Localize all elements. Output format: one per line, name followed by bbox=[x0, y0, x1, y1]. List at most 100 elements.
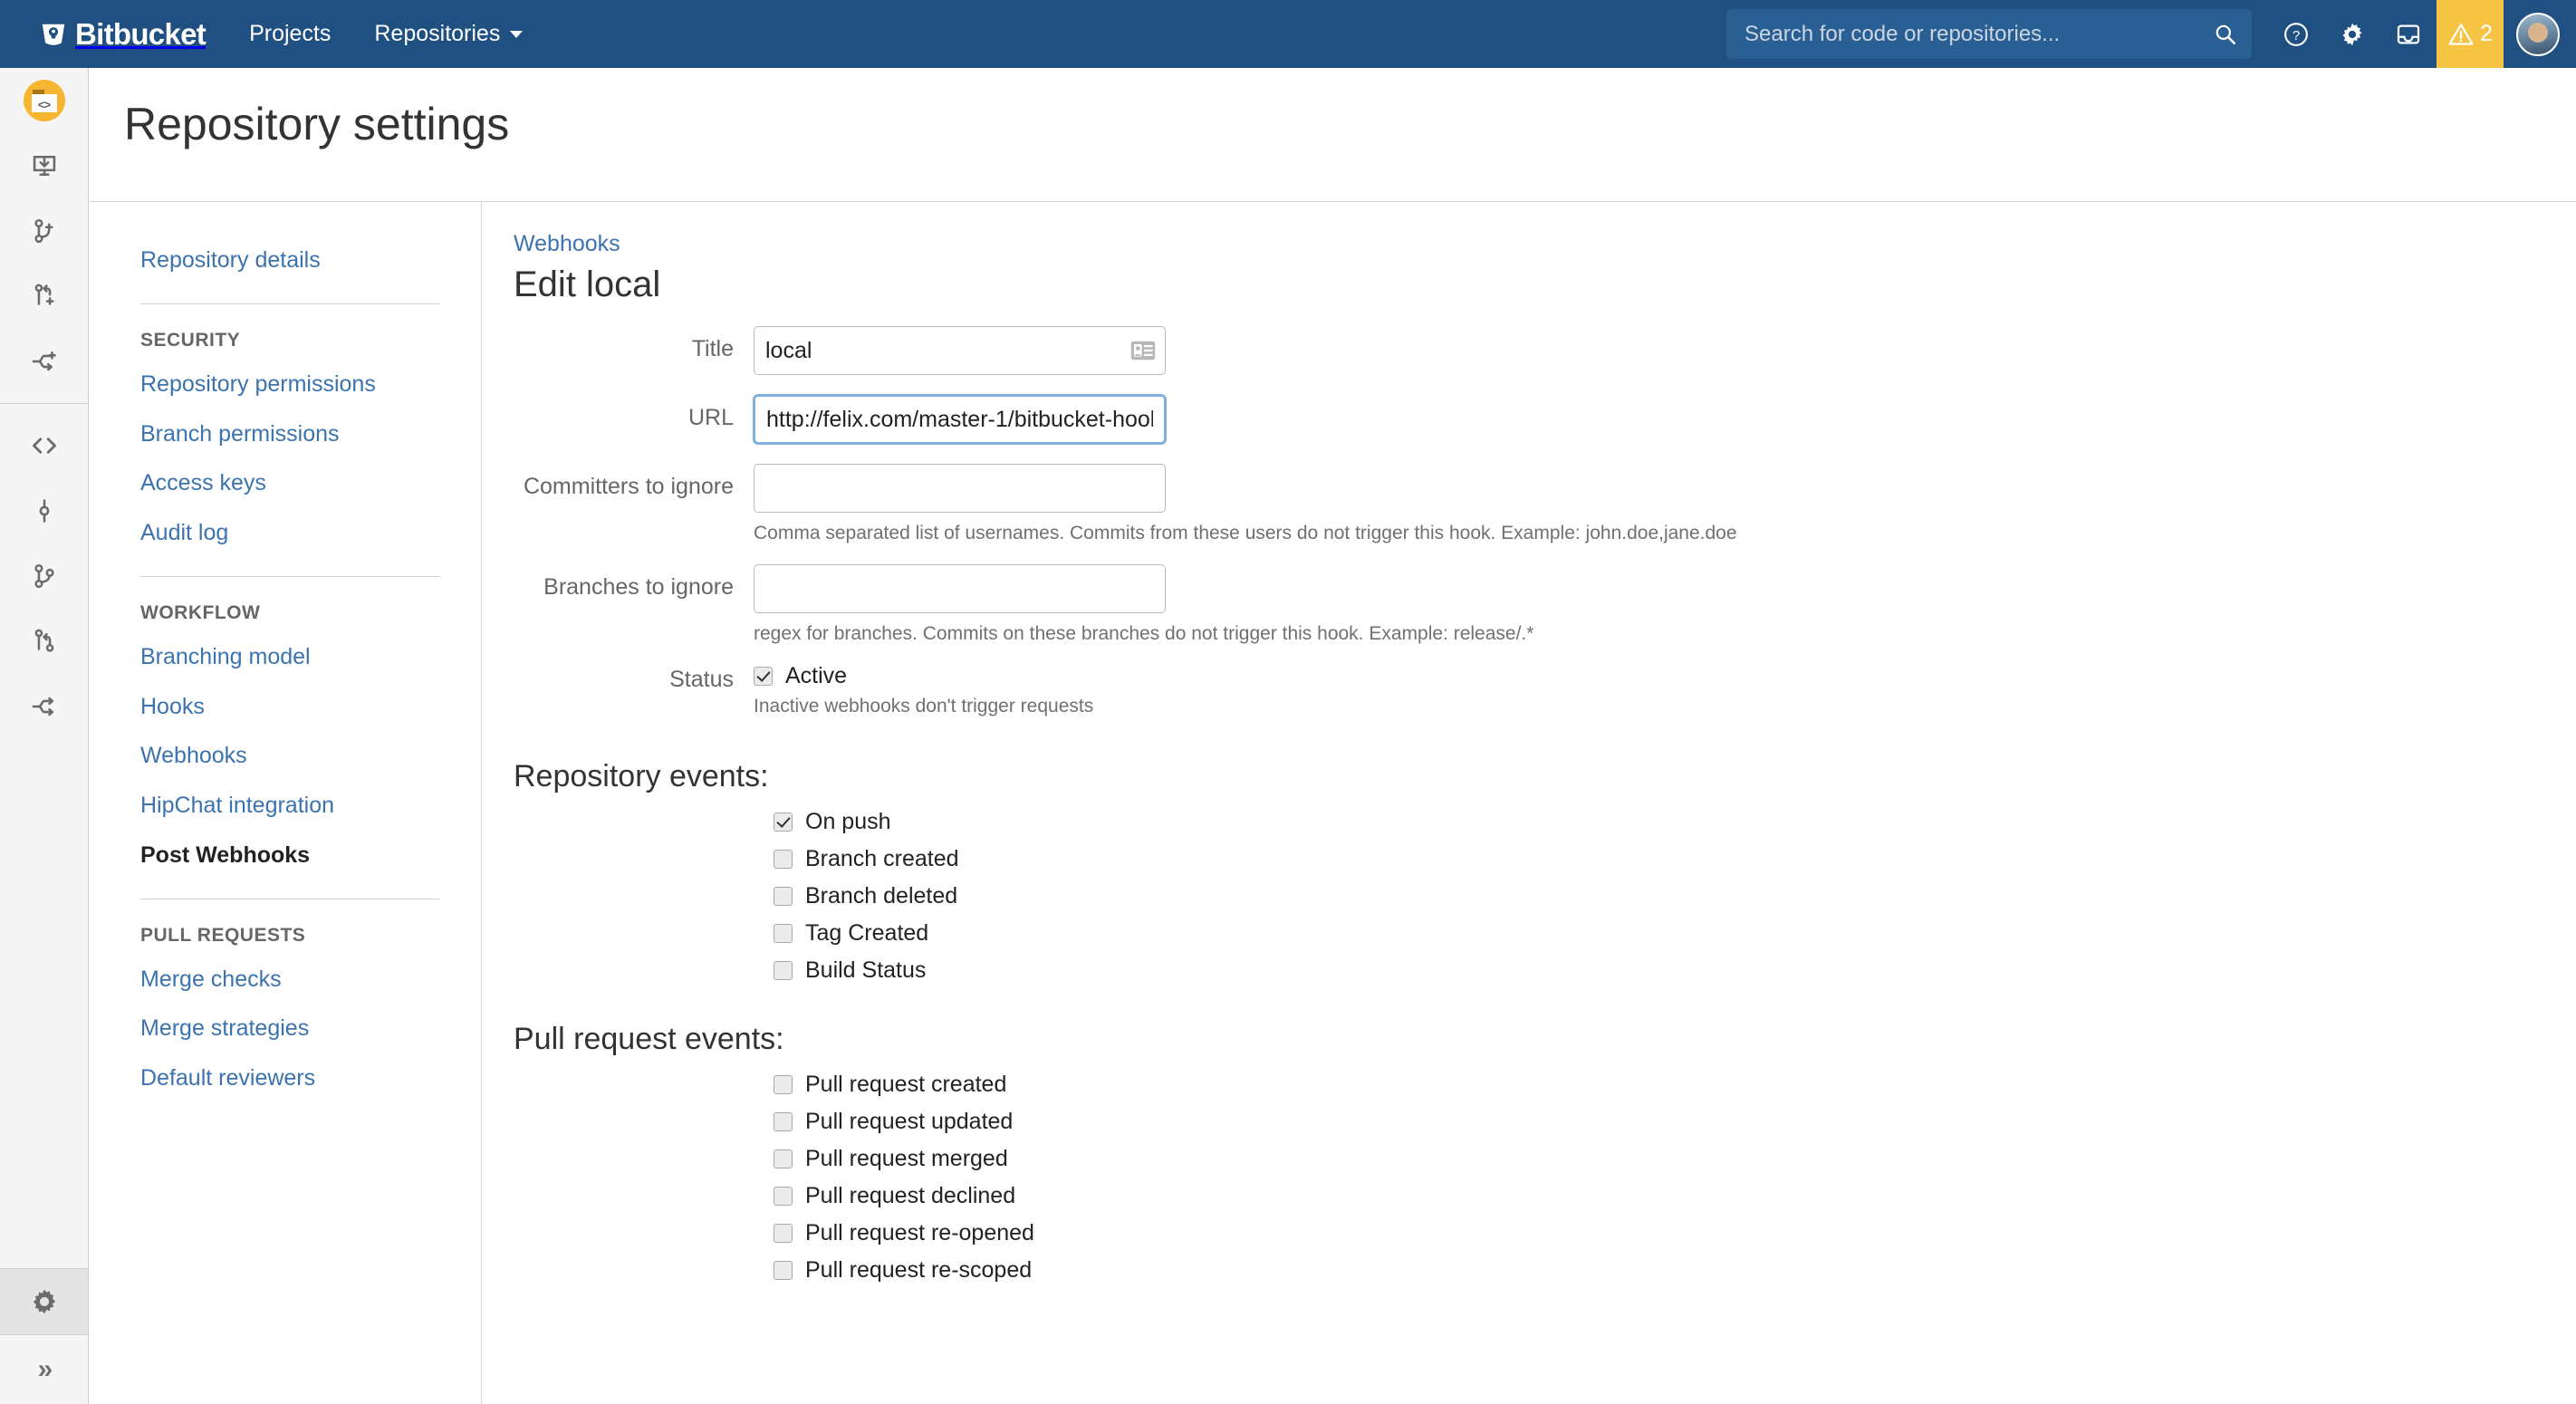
left-icon-rail: <> bbox=[0, 68, 89, 1404]
pull-requests-icon[interactable] bbox=[0, 609, 88, 674]
title-field-label: Title bbox=[514, 326, 754, 362]
alert-badge-button[interactable]: 2 bbox=[2437, 0, 2504, 68]
commits-icon[interactable] bbox=[0, 478, 88, 543]
nav-group-security: SECURITY bbox=[140, 322, 440, 360]
rail-divider-1 bbox=[0, 403, 88, 404]
page-title: Repository settings bbox=[124, 98, 509, 150]
event-row-branch-created: Branch created bbox=[774, 850, 2576, 869]
url-field-label: URL bbox=[514, 395, 754, 431]
label-build-status: Build Status bbox=[805, 961, 926, 980]
sidebar-item-access-keys[interactable]: Access keys bbox=[140, 458, 440, 508]
label-pr-reopened: Pull request re-opened bbox=[805, 1224, 1034, 1243]
forks-icon[interactable] bbox=[0, 674, 88, 739]
pull-request-events-list: Pull request created Pull request update… bbox=[754, 1075, 2576, 1280]
url-input[interactable] bbox=[754, 395, 1166, 444]
checkbox-on-push[interactable] bbox=[774, 813, 793, 832]
create-branch-icon[interactable] bbox=[0, 198, 88, 264]
branches-icon[interactable] bbox=[0, 543, 88, 609]
bitbucket-logo-text: Bitbucket bbox=[75, 17, 206, 52]
status-help: Inactive webhooks don't trigger requests bbox=[754, 696, 1093, 717]
checkbox-branch-created[interactable] bbox=[774, 850, 793, 869]
sidebar-item-hipchat-integration[interactable]: HipChat integration bbox=[140, 781, 440, 831]
settings-nav: Repository details SECURITY Repository p… bbox=[90, 202, 482, 1404]
checkbox-build-status[interactable] bbox=[774, 961, 793, 980]
sidebar-item-default-reviewers[interactable]: Default reviewers bbox=[140, 1053, 440, 1103]
label-pr-declined: Pull request declined bbox=[805, 1187, 1015, 1206]
inbox-icon[interactable] bbox=[2380, 0, 2437, 68]
nav-group-pull-requests: PULL REQUESTS bbox=[140, 918, 440, 955]
checkbox-tag-created[interactable] bbox=[774, 924, 793, 943]
label-tag-created: Tag Created bbox=[805, 924, 928, 943]
checkbox-pr-rescoped[interactable] bbox=[774, 1261, 793, 1280]
nav-divider-2 bbox=[140, 576, 440, 577]
sidebar-item-audit-log[interactable]: Audit log bbox=[140, 508, 440, 558]
nav-group-workflow: WORKFLOW bbox=[140, 595, 440, 632]
sidebar-item-webhooks[interactable]: Webhooks bbox=[140, 731, 440, 781]
user-avatar[interactable] bbox=[2516, 13, 2560, 56]
event-row-build-status: Build Status bbox=[774, 961, 2576, 980]
expand-sidebar-icon[interactable]: » bbox=[0, 1335, 88, 1404]
pull-request-events-heading: Pull request events: bbox=[514, 1022, 2576, 1057]
checkbox-pr-merged[interactable] bbox=[774, 1149, 793, 1168]
sidebar-item-branching-model[interactable]: Branching model bbox=[140, 632, 440, 682]
status-row: Status Active Inactive webhooks don't tr… bbox=[514, 667, 2576, 717]
event-row-pr-merged: Pull request merged bbox=[774, 1149, 2576, 1168]
committers-to-ignore-input[interactable] bbox=[754, 464, 1166, 513]
label-pr-merged: Pull request merged bbox=[805, 1149, 1008, 1168]
source-code-icon[interactable] bbox=[0, 413, 88, 478]
repository-events-heading: Repository events: bbox=[514, 759, 2576, 794]
sidebar-item-branch-permissions[interactable]: Branch permissions bbox=[140, 409, 440, 459]
checkbox-pr-created[interactable] bbox=[774, 1075, 793, 1094]
label-pr-updated: Pull request updated bbox=[805, 1112, 1013, 1131]
sidebar-item-merge-strategies[interactable]: Merge strategies bbox=[140, 1004, 440, 1053]
event-row-on-push: On push bbox=[774, 813, 2576, 832]
sidebar-item-repository-permissions[interactable]: Repository permissions bbox=[140, 360, 440, 409]
clone-download-icon[interactable] bbox=[0, 133, 88, 198]
label-pr-rescoped: Pull request re-scoped bbox=[805, 1261, 1032, 1280]
main-content: Webhooks Edit local Title bbox=[483, 202, 2576, 1404]
repository-avatar-icon[interactable]: <> bbox=[0, 68, 88, 133]
breadcrumb-webhooks[interactable]: Webhooks bbox=[514, 231, 620, 257]
event-row-branch-deleted: Branch deleted bbox=[774, 887, 2576, 906]
gear-icon[interactable] bbox=[2324, 0, 2380, 68]
repository-events-list: On push Branch created Branch deleted Ta… bbox=[754, 813, 2576, 980]
sidebar-item-repository-details[interactable]: Repository details bbox=[140, 236, 440, 285]
committers-to-ignore-label: Committers to ignore bbox=[514, 464, 754, 500]
warning-triangle-icon bbox=[2447, 21, 2475, 48]
branches-to-ignore-input[interactable] bbox=[754, 564, 1166, 613]
settings-gear-icon[interactable] bbox=[0, 1269, 88, 1334]
sidebar-item-merge-checks[interactable]: Merge checks bbox=[140, 955, 440, 1005]
status-active-label: Active bbox=[785, 667, 847, 686]
title-field-row: Title bbox=[514, 326, 2576, 375]
event-row-pr-declined: Pull request declined bbox=[774, 1187, 2576, 1206]
event-row-pr-reopened: Pull request re-opened bbox=[774, 1224, 2576, 1243]
help-icon[interactable]: ? bbox=[2268, 0, 2324, 68]
checkbox-branch-deleted[interactable] bbox=[774, 887, 793, 906]
compare-fork-icon[interactable] bbox=[0, 329, 88, 394]
nav-projects[interactable]: Projects bbox=[249, 21, 331, 47]
sidebar-item-post-webhooks[interactable]: Post Webhooks bbox=[140, 831, 440, 880]
checkbox-pr-declined[interactable] bbox=[774, 1187, 793, 1206]
page-heading: Edit local bbox=[514, 263, 2576, 306]
bitbucket-logo-icon bbox=[40, 21, 67, 48]
label-on-push: On push bbox=[805, 813, 891, 832]
search-input[interactable] bbox=[1726, 9, 2188, 59]
nav-repositories[interactable]: Repositories bbox=[374, 21, 523, 47]
status-active-checkbox[interactable] bbox=[754, 667, 773, 686]
nav-divider-1 bbox=[140, 303, 440, 304]
sidebar-item-hooks[interactable]: Hooks bbox=[140, 682, 440, 732]
bitbucket-logo-link[interactable]: Bitbucket bbox=[40, 0, 206, 68]
label-branch-created: Branch created bbox=[805, 850, 959, 869]
title-input[interactable] bbox=[754, 326, 1166, 375]
top-header: Bitbucket Projects Repositories ? bbox=[0, 0, 2576, 68]
url-field-row: URL bbox=[514, 395, 2576, 444]
chevron-down-icon bbox=[510, 31, 523, 38]
label-branch-deleted: Branch deleted bbox=[805, 887, 957, 906]
event-row-pr-updated: Pull request updated bbox=[774, 1112, 2576, 1131]
committers-to-ignore-help: Comma separated list of usernames. Commi… bbox=[754, 523, 1737, 544]
checkbox-pr-reopened[interactable] bbox=[774, 1224, 793, 1243]
checkbox-pr-updated[interactable] bbox=[774, 1112, 793, 1131]
search-box[interactable] bbox=[1726, 9, 2252, 59]
create-pull-request-icon[interactable] bbox=[0, 264, 88, 329]
event-row-tag-created: Tag Created bbox=[774, 924, 2576, 943]
